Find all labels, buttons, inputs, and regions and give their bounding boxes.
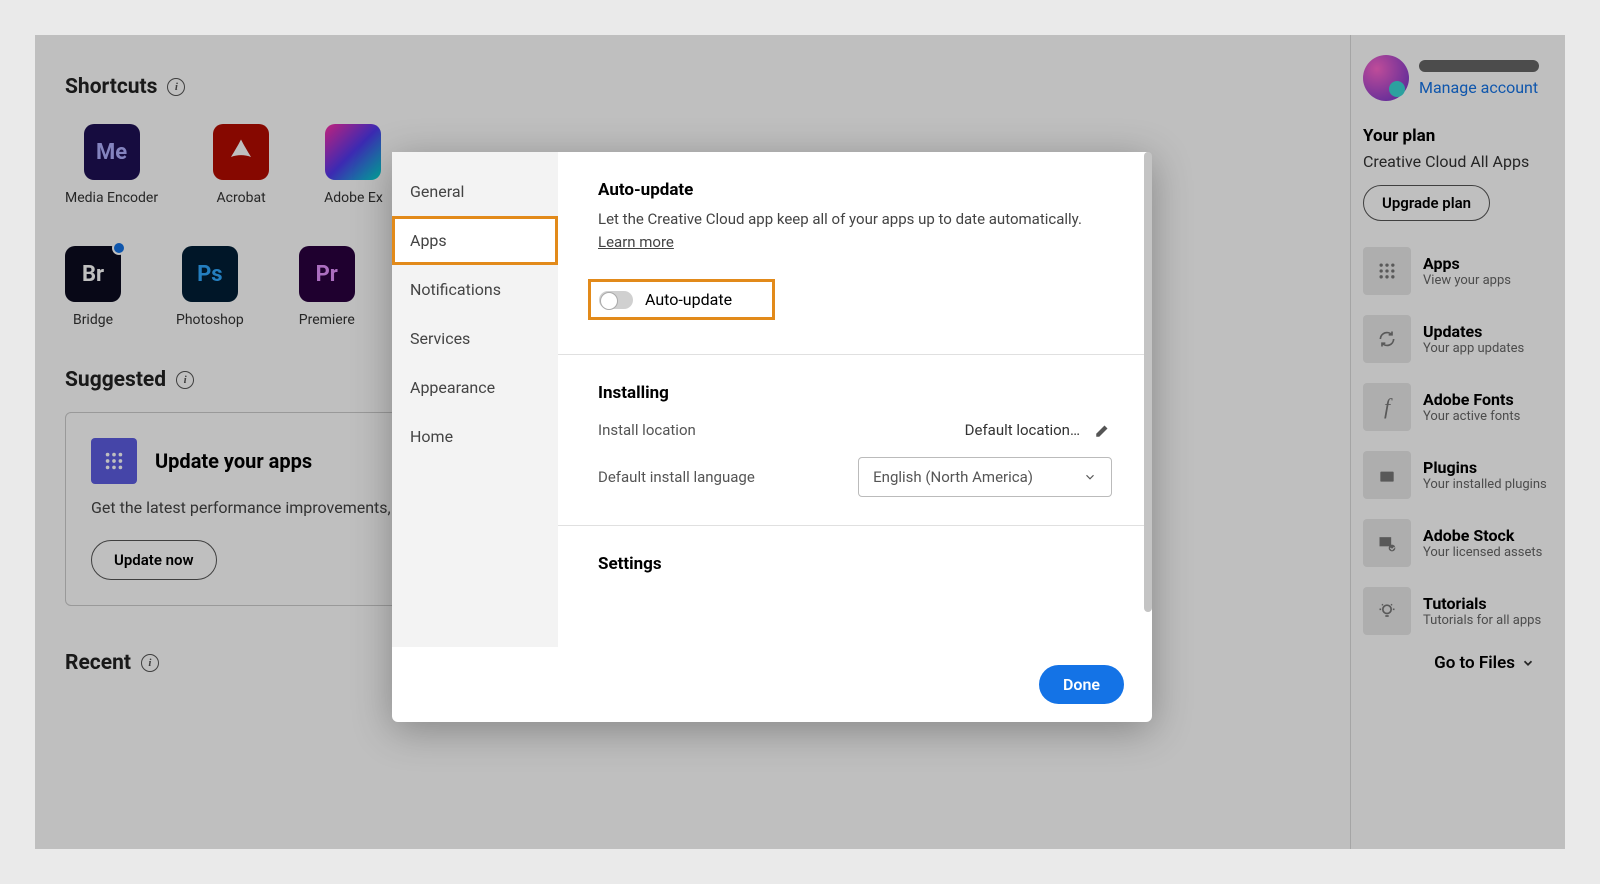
tab-appearance[interactable]: Appearance [392, 363, 558, 412]
modal-sidebar: General Apps Notifications Services Appe… [392, 152, 558, 647]
auto-update-toggle-label: Auto-update [645, 290, 732, 309]
install-location-label: Install location [598, 421, 696, 439]
tab-apps[interactable]: Apps [392, 216, 558, 265]
tab-home[interactable]: Home [392, 412, 558, 461]
install-language-label: Default install language [598, 468, 755, 486]
tab-notifications[interactable]: Notifications [392, 265, 558, 314]
auto-update-heading: Auto-update [598, 180, 1112, 200]
install-location-value: Default location… [965, 421, 1080, 439]
settings-heading: Settings [598, 554, 1112, 574]
scrollbar[interactable] [1144, 152, 1152, 612]
chevron-down-icon [1083, 470, 1097, 484]
learn-more-link[interactable]: Learn more [598, 233, 674, 251]
installing-heading: Installing [598, 383, 1112, 403]
done-button[interactable]: Done [1039, 665, 1124, 704]
auto-update-description: Let the Creative Cloud app keep all of y… [598, 208, 1112, 253]
install-language-select[interactable]: English (North America) [858, 457, 1112, 497]
tab-services[interactable]: Services [392, 314, 558, 363]
edit-icon[interactable] [1094, 421, 1112, 439]
auto-update-toggle[interactable] [599, 291, 633, 309]
tab-general[interactable]: General [392, 167, 558, 216]
preferences-modal: General Apps Notifications Services Appe… [392, 152, 1152, 722]
modal-content: Auto-update Let the Creative Cloud app k… [558, 152, 1152, 647]
